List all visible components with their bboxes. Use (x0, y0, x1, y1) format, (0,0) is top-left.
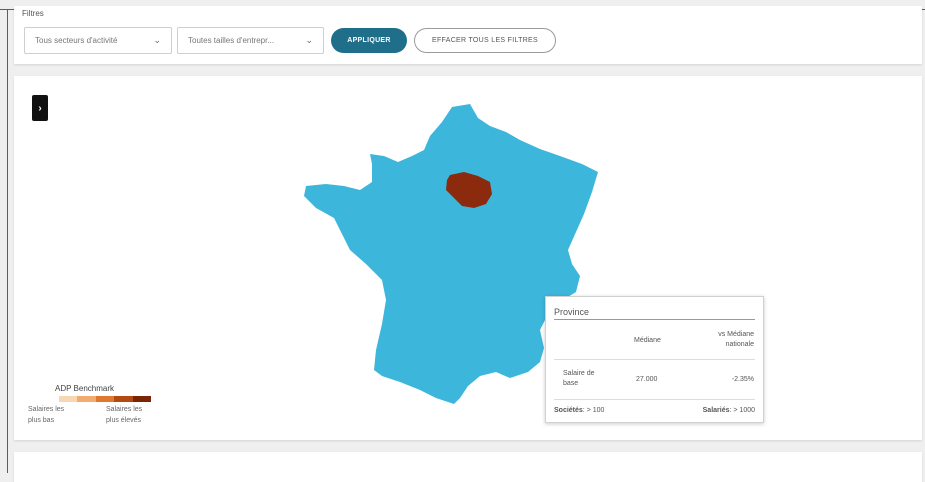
tooltip-footer-companies-value: : > 100 (582, 407, 605, 414)
tooltip-col-median: Médiane (634, 337, 661, 344)
tooltip-footer-employees-value: : > 1000 (729, 407, 756, 414)
tooltip-row-vs-value: -2.35% (731, 376, 754, 383)
tooltip-footer-employees-label: Salariés (702, 407, 730, 414)
legend-swatch (95, 396, 115, 402)
legend-swatch (59, 396, 78, 402)
tooltip-row-divider (554, 359, 755, 360)
tooltip-footer-companies-label: Sociétés (554, 407, 583, 414)
legend-swatch (114, 396, 133, 402)
region-tooltip: Province Médiane vs Médiane nationale Sa… (545, 296, 764, 423)
tooltip-row-label: Salaire de base (563, 370, 595, 387)
legend-swatch (132, 396, 152, 402)
france-map (304, 104, 598, 404)
tooltip-divider (554, 319, 755, 320)
legend-color-scale (59, 396, 152, 402)
legend-title: ADP Benchmark (55, 384, 114, 393)
legend-swatch (77, 396, 96, 402)
tooltip-footer-divider (554, 399, 755, 400)
tooltip-row-median-value: 27.000 (636, 376, 658, 383)
tooltip-footer-companies: Sociétés: > 100 (554, 407, 604, 414)
legend-high-label: Salaires les plus élevés (106, 406, 143, 424)
tooltip-col-vs-national: vs Médiane nationale (718, 331, 754, 348)
legend-low-label: Salaires les plus bas (28, 406, 65, 424)
tooltip-footer-employees: Salariés: > 1000 (676, 407, 755, 414)
bottom-panel (14, 452, 922, 482)
tooltip-title: Province (554, 307, 590, 317)
